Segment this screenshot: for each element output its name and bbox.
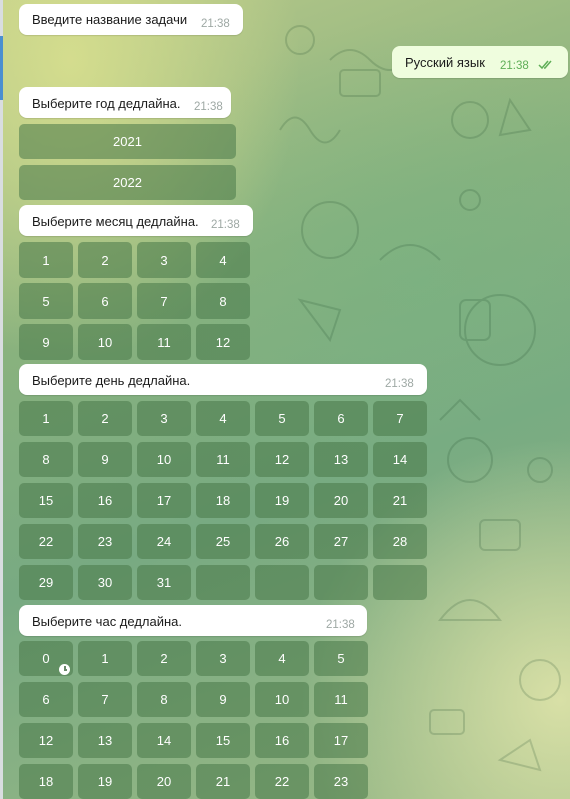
chat-background-pattern <box>279 25 561 772</box>
message-text: Выберите час дедлайна. <box>32 614 183 629</box>
hour-button-10[interactable]: 10 <box>255 682 309 717</box>
hour-button-5[interactable]: 5 <box>314 641 368 676</box>
hour-button-15[interactable]: 15 <box>196 723 250 758</box>
hour-button-14[interactable]: 14 <box>137 723 191 758</box>
day-button-5[interactable]: 5 <box>255 401 309 436</box>
month-button-8[interactable]: 8 <box>196 283 250 319</box>
clock-icon <box>59 664 70 675</box>
hour-button-8[interactable]: 8 <box>137 682 191 717</box>
month-button-1[interactable]: 1 <box>19 242 73 278</box>
message-text: Выберите месяц дедлайна. <box>32 214 199 229</box>
month-button-12[interactable]: 12 <box>196 324 250 360</box>
day-button-empty[interactable] <box>373 565 427 600</box>
hour-button-23[interactable]: 23 <box>314 764 368 799</box>
day-button-25[interactable]: 25 <box>196 524 250 559</box>
month-button-5[interactable]: 5 <box>19 283 73 319</box>
message-month-prompt: Выберите месяц дедлайна. 21:38 <box>19 205 253 236</box>
hour-button-22[interactable]: 22 <box>255 764 309 799</box>
day-button-24[interactable]: 24 <box>137 524 191 559</box>
day-button-27[interactable]: 27 <box>314 524 368 559</box>
day-button-26[interactable]: 26 <box>255 524 309 559</box>
hour-button-20[interactable]: 20 <box>137 764 191 799</box>
hour-button-19[interactable]: 19 <box>78 764 132 799</box>
hour-button-1[interactable]: 1 <box>78 641 132 676</box>
day-button-9[interactable]: 9 <box>78 442 132 477</box>
message-time: 21:38 <box>194 101 223 113</box>
day-button-1[interactable]: 1 <box>19 401 73 436</box>
hour-button-13[interactable]: 13 <box>78 723 132 758</box>
message-text: Введите название задачи <box>32 12 188 27</box>
year-button-2022[interactable]: 2022 <box>19 165 236 200</box>
message-text: Русский язык <box>405 55 485 70</box>
year-button-2021[interactable]: 2021 <box>19 124 236 159</box>
message-text: Выберите день дедлайна. <box>32 373 191 388</box>
day-button-16[interactable]: 16 <box>78 483 132 518</box>
double-check-icon <box>538 60 552 70</box>
left-panel-highlight <box>0 36 3 100</box>
hour-button-3[interactable]: 3 <box>196 641 250 676</box>
hour-button-9[interactable]: 9 <box>196 682 250 717</box>
hour-button-18[interactable]: 18 <box>19 764 73 799</box>
hour-button-16[interactable]: 16 <box>255 723 309 758</box>
day-button-20[interactable]: 20 <box>314 483 368 518</box>
message-time: 21:38 <box>500 60 529 72</box>
day-button-6[interactable]: 6 <box>314 401 368 436</box>
hour-button-12[interactable]: 12 <box>19 723 73 758</box>
hour-button-21[interactable]: 21 <box>196 764 250 799</box>
message-outgoing-task-name: Русский язык 21:38 <box>392 46 568 78</box>
message-time: 21:38 <box>326 619 355 631</box>
hour-button-17[interactable]: 17 <box>314 723 368 758</box>
month-button-7[interactable]: 7 <box>137 283 191 319</box>
day-button-14[interactable]: 14 <box>373 442 427 477</box>
day-button-4[interactable]: 4 <box>196 401 250 436</box>
message-hour-prompt: Выберите час дедлайна. 21:38 <box>19 605 367 636</box>
message-task-name-prompt: Введите название задачи 21:38 <box>19 4 243 35</box>
day-button-15[interactable]: 15 <box>19 483 73 518</box>
message-day-prompt: Выберите день дедлайна. 21:38 <box>19 364 427 395</box>
day-button-17[interactable]: 17 <box>137 483 191 518</box>
month-button-4[interactable]: 4 <box>196 242 250 278</box>
day-button-empty[interactable] <box>196 565 250 600</box>
month-button-10[interactable]: 10 <box>78 324 132 360</box>
hour-button-11[interactable]: 11 <box>314 682 368 717</box>
day-button-30[interactable]: 30 <box>78 565 132 600</box>
day-button-22[interactable]: 22 <box>19 524 73 559</box>
day-button-empty[interactable] <box>314 565 368 600</box>
day-button-21[interactable]: 21 <box>373 483 427 518</box>
message-time: 21:38 <box>385 378 414 390</box>
month-button-9[interactable]: 9 <box>19 324 73 360</box>
day-button-3[interactable]: 3 <box>137 401 191 436</box>
day-button-2[interactable]: 2 <box>78 401 132 436</box>
day-button-empty[interactable] <box>255 565 309 600</box>
message-time: 21:38 <box>211 219 240 231</box>
hour-button-2[interactable]: 2 <box>137 641 191 676</box>
day-button-18[interactable]: 18 <box>196 483 250 518</box>
day-button-7[interactable]: 7 <box>373 401 427 436</box>
month-button-11[interactable]: 11 <box>137 324 191 360</box>
hour-button-6[interactable]: 6 <box>19 682 73 717</box>
day-button-10[interactable]: 10 <box>137 442 191 477</box>
day-button-11[interactable]: 11 <box>196 442 250 477</box>
left-panel-edge <box>0 0 3 799</box>
message-text: Выберите год дедлайна. <box>32 96 181 111</box>
month-button-3[interactable]: 3 <box>137 242 191 278</box>
hour-button-7[interactable]: 7 <box>78 682 132 717</box>
day-button-19[interactable]: 19 <box>255 483 309 518</box>
hour-button-4[interactable]: 4 <box>255 641 309 676</box>
day-button-28[interactable]: 28 <box>373 524 427 559</box>
day-button-29[interactable]: 29 <box>19 565 73 600</box>
month-button-2[interactable]: 2 <box>78 242 132 278</box>
message-time: 21:38 <box>201 18 230 30</box>
day-button-12[interactable]: 12 <box>255 442 309 477</box>
day-button-23[interactable]: 23 <box>78 524 132 559</box>
day-button-31[interactable]: 31 <box>137 565 191 600</box>
month-button-6[interactable]: 6 <box>78 283 132 319</box>
day-button-13[interactable]: 13 <box>314 442 368 477</box>
message-year-prompt: Выберите год дедлайна. 21:38 <box>19 87 231 118</box>
day-button-8[interactable]: 8 <box>19 442 73 477</box>
